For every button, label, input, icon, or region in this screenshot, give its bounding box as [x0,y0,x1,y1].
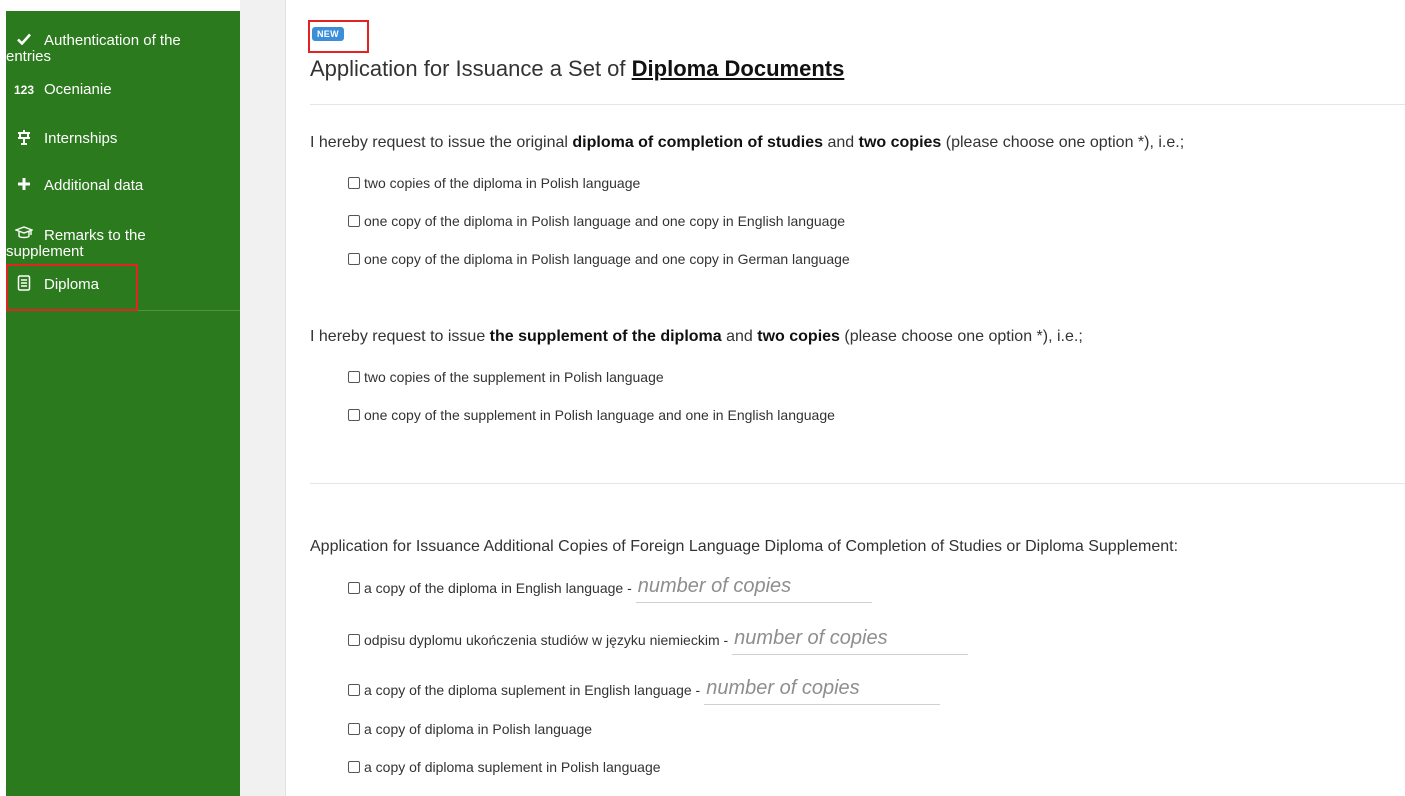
additional-option-diploma-english[interactable]: a copy of the diploma in English languag… [348,573,872,603]
question-bold: the supplement of the diploma [489,328,722,345]
checkbox[interactable] [348,409,360,421]
copies-input-diploma-german[interactable] [732,625,969,655]
diploma-option-polish-polish[interactable]: two copies of the diploma in Polish lang… [348,175,640,191]
sidebar-item-label: Remarks to the [44,227,146,244]
checkbox[interactable] [348,177,360,189]
supplement-option-polish-english[interactable]: one copy of the supplement in Polish lan… [348,407,835,423]
additional-option-supplement-polish[interactable]: a copy of diploma suplement in Polish la… [348,759,661,775]
sidebar-item-remarks-supplement[interactable]: Remarks to the supplement [6,226,240,260]
question-bold: diploma of completion of studies [572,134,824,151]
question-text: and [823,134,859,151]
sidebar-item-ocenianie[interactable]: 123 Ocenianie [6,82,240,98]
option-label: one copy of the supplement in Polish lan… [364,407,835,423]
checkbox[interactable] [348,761,360,773]
question-text: (please choose one option *), i.e.; [839,328,1083,345]
sidebar-item-label: Internships [44,130,118,147]
question-text: and [721,328,758,345]
sidebar-item-label: Ocenianie [44,81,112,99]
new-badge: NEW [312,27,344,41]
additional-copies-heading: Application for Issuance Additional Copi… [310,538,1179,555]
checkbox[interactable] [348,723,360,735]
option-label: two copies of the diploma in Polish lang… [364,175,641,191]
main-content: NEW Application for Issuance a Set of Di… [286,0,1405,796]
checkbox[interactable] [348,371,360,383]
page-title-link[interactable]: Diploma Documents [632,56,845,81]
sidebar-item-label: Additional data [44,177,144,194]
question-bold: two copies [858,134,942,151]
additional-option-supplement-english[interactable]: a copy of the diploma suplement in Engli… [348,675,941,705]
sidebar-divider [6,310,240,311]
option-label: a copy of diploma in Polish language [364,721,593,737]
divider [310,104,1405,105]
option-label: a copy of diploma suplement in Polish la… [364,759,661,775]
document-icon [12,275,36,295]
checkbox[interactable] [348,215,360,227]
question-bold: two copies [757,328,840,345]
option-label: one copy of the diploma in Polish langua… [364,213,846,229]
question-text: (please choose one option *), i.e.; [941,134,1185,151]
graduation-cap-icon [12,226,36,244]
checkbox[interactable] [348,684,360,696]
diploma-option-polish-english[interactable]: one copy of the diploma in Polish langua… [348,213,845,229]
option-label: two copies of the supplement in Polish l… [364,369,664,385]
additional-option-diploma-polish[interactable]: a copy of diploma in Polish language [348,721,592,737]
page-title-text: Application for Issuance a Set of [310,56,632,81]
gutter [240,0,285,796]
sidebar: Authentication of the entries 123 Ocenian… [6,11,240,796]
copies-input-diploma-english[interactable] [635,573,872,603]
sidebar-item-label-line2: entries [6,48,52,65]
sidebar-item-authentication[interactable]: Authentication of the entries [6,33,240,65]
additional-option-diploma-german[interactable]: odpisu dyplomu ukończenia studiów w języ… [348,625,969,655]
divider [310,483,1405,484]
question-text: I hereby request to issue [310,328,490,345]
checkbox[interactable] [348,634,360,646]
option-label: one copy of the diploma in Polish langua… [364,251,850,267]
copies-input-supplement-english[interactable] [704,675,941,705]
question-text: I hereby request to issue the original [310,134,573,151]
supplement-option-polish-polish[interactable]: two copies of the supplement in Polish l… [348,369,664,385]
diploma-option-polish-german[interactable]: one copy of the diploma in Polish langua… [348,251,850,267]
internship-icon [12,129,36,149]
option-label: a copy of the diploma in English languag… [364,580,632,596]
plus-icon [12,177,36,195]
checkbox[interactable] [348,582,360,594]
sidebar-item-label-line2: supplement [6,243,84,260]
sidebar-item-diploma[interactable]: Diploma [6,275,240,295]
option-label: odpisu dyplomu ukończenia studiów w języ… [364,632,729,648]
checkbox[interactable] [348,253,360,265]
123-icon: 123 [13,83,35,98]
diploma-question: I hereby request to issue the original d… [310,134,1184,152]
sidebar-item-label: Diploma [44,276,100,293]
option-label: a copy of the diploma suplement in Engli… [364,682,701,698]
sidebar-item-internships[interactable]: Internships [6,129,240,149]
sidebar-item-additional-data[interactable]: Additional data [6,177,240,195]
checkmark-icon [12,33,36,49]
supplement-question: I hereby request to issue the supplement… [310,328,1083,346]
page-title: Application for Issuance a Set of Diplom… [310,56,844,82]
sidebar-item-label: Authentication of the [44,32,181,49]
